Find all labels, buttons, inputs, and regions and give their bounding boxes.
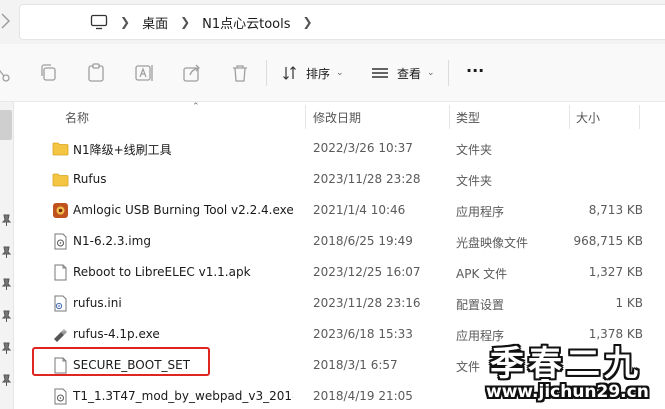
column-header-row: ⌃ 名称 修改日期 类型 大小 — [14, 102, 665, 130]
file-size: 8,713 KB — [588, 203, 643, 217]
copy-icon[interactable] — [38, 62, 60, 84]
highlight-annotation — [32, 347, 210, 376]
chevron-right-icon[interactable]: ❯ — [180, 15, 190, 29]
file-icon — [54, 264, 67, 281]
table-row[interactable]: Rufus 2023/11/28 23:28 文件夹 — [14, 164, 665, 195]
sort-button[interactable]: 排序 ⌄ — [282, 62, 344, 84]
pin-icon[interactable] — [2, 342, 11, 354]
file-name: N1降级+线刷工具 — [73, 143, 172, 157]
file-name: rufus-4.1p.exe — [73, 327, 160, 341]
file-date: 2018/3/1 6:57 — [313, 358, 398, 372]
watermark: 季春二九 www.jichun29.cn — [480, 336, 665, 409]
computer-icon[interactable] — [90, 14, 108, 30]
folder-icon — [52, 173, 69, 187]
file-type: 光盘映像文件 — [456, 236, 529, 250]
column-divider[interactable] — [449, 105, 450, 129]
pin-icon[interactable] — [2, 310, 11, 322]
file-date: 2018/4/19 21:05 — [313, 389, 413, 403]
file-name: Amlogic USB Burning Tool v2.2.4.exe — [73, 203, 293, 217]
chevron-right-icon[interactable]: ❯ — [303, 15, 313, 29]
file-size: 1,327 KB — [588, 265, 643, 279]
chevron-down-icon: ⌄ — [427, 68, 435, 78]
file-size: 968,715 KB — [573, 234, 643, 248]
view-button[interactable]: 查看 ⌄ — [371, 62, 435, 84]
table-row[interactable]: Reboot to LibreELEC v1.1.apk 2023/12/25 … — [14, 257, 665, 288]
pin-icon[interactable] — [2, 214, 11, 226]
address-bar[interactable]: ❯ 桌面 ❯ N1点心云tools ❯ — [19, 4, 665, 40]
address-bar-region: ❯ 桌面 ❯ N1点心云tools ❯ — [0, 0, 665, 44]
column-header-name[interactable]: 名称 — [65, 109, 89, 126]
sort-indicator-icon: ⌃ — [192, 102, 200, 112]
file-size: 1 KB — [615, 296, 643, 310]
breadcrumb-desktop[interactable]: 桌面 — [142, 13, 168, 32]
view-list-icon — [372, 68, 388, 78]
folder-icon — [52, 142, 69, 156]
toolbar-separator — [448, 60, 449, 86]
pin-icon[interactable] — [2, 278, 11, 290]
chevron-right-icon[interactable]: ❯ — [120, 15, 130, 29]
column-header-size[interactable]: 大小 — [576, 109, 600, 126]
file-type: APK 文件 — [456, 267, 508, 281]
paste-icon[interactable] — [85, 62, 107, 84]
toolbar-separator — [266, 60, 267, 86]
file-date: 2018/6/25 19:49 — [313, 234, 413, 248]
sort-label: 排序 — [306, 66, 331, 81]
rename-icon[interactable] — [133, 62, 155, 84]
column-divider[interactable] — [569, 105, 570, 129]
disc-image-icon — [54, 233, 67, 250]
share-icon[interactable] — [181, 62, 203, 84]
app-icon — [53, 203, 68, 218]
usb-app-icon — [54, 329, 67, 342]
file-name: T1_1.3T47_mod_by_webpad_v3_2018... — [73, 389, 293, 403]
file-date: 2023/11/28 23:28 — [313, 172, 421, 186]
ini-file-icon — [54, 295, 67, 312]
file-name: rufus.ini — [73, 296, 122, 310]
file-name: N1-6.2.3.img — [73, 234, 151, 248]
pin-icon[interactable] — [2, 246, 11, 258]
more-options-button[interactable]: ··· — [466, 59, 484, 81]
sort-icon — [283, 66, 296, 80]
disc-image-icon — [54, 388, 67, 405]
file-date: 2023/12/25 16:07 — [313, 265, 421, 279]
table-row[interactable]: rufus.ini 2023/11/28 23:16 配置设置 1 KB — [14, 288, 665, 319]
watermark-text: 季春二九 — [490, 344, 642, 384]
table-row[interactable]: Amlogic USB Burning Tool v2.2.4.exe 2021… — [14, 195, 665, 226]
file-type: 文件夹 — [456, 143, 493, 157]
file-date: 2023/6/18 15:33 — [313, 327, 413, 341]
file-type: 文件夹 — [456, 174, 493, 188]
nav-scroll-thumb[interactable] — [0, 110, 12, 140]
command-bar: 排序 ⌄ 查看 ⌄ ··· — [0, 44, 665, 102]
file-type: 应用程序 — [456, 205, 505, 219]
column-divider[interactable] — [305, 105, 306, 129]
pin-icon[interactable] — [2, 374, 11, 386]
file-type: 配置设置 — [456, 298, 505, 312]
file-name: Rufus — [73, 172, 107, 186]
file-date: 2023/11/28 23:16 — [313, 296, 421, 310]
watermark-url: www.jichun29.cn — [486, 382, 649, 402]
column-divider[interactable] — [639, 105, 640, 129]
column-header-type[interactable]: 类型 — [456, 109, 480, 126]
file-date: 2022/3/26 10:37 — [313, 141, 413, 155]
file-name: Reboot to LibreELEC v1.1.apk — [73, 265, 251, 279]
file-type: 文件 — [456, 360, 481, 374]
file-date: 2021/1/4 10:46 — [313, 203, 406, 217]
arrow-icon[interactable] — [0, 10, 16, 32]
breadcrumb-folder[interactable]: N1点心云tools — [202, 13, 290, 32]
navigation-pane[interactable] — [0, 102, 14, 409]
chevron-down-icon: ⌄ — [336, 68, 344, 78]
delete-icon[interactable] — [229, 62, 251, 84]
cut-icon[interactable] — [0, 62, 14, 84]
table-row[interactable]: N1-6.2.3.img 2018/6/25 19:49 光盘映像文件 968,… — [14, 226, 665, 257]
view-label: 查看 — [397, 66, 422, 81]
column-header-modified[interactable]: 修改日期 — [313, 109, 361, 126]
table-row[interactable]: N1降级+线刷工具 2022/3/26 10:37 文件夹 — [14, 133, 665, 164]
